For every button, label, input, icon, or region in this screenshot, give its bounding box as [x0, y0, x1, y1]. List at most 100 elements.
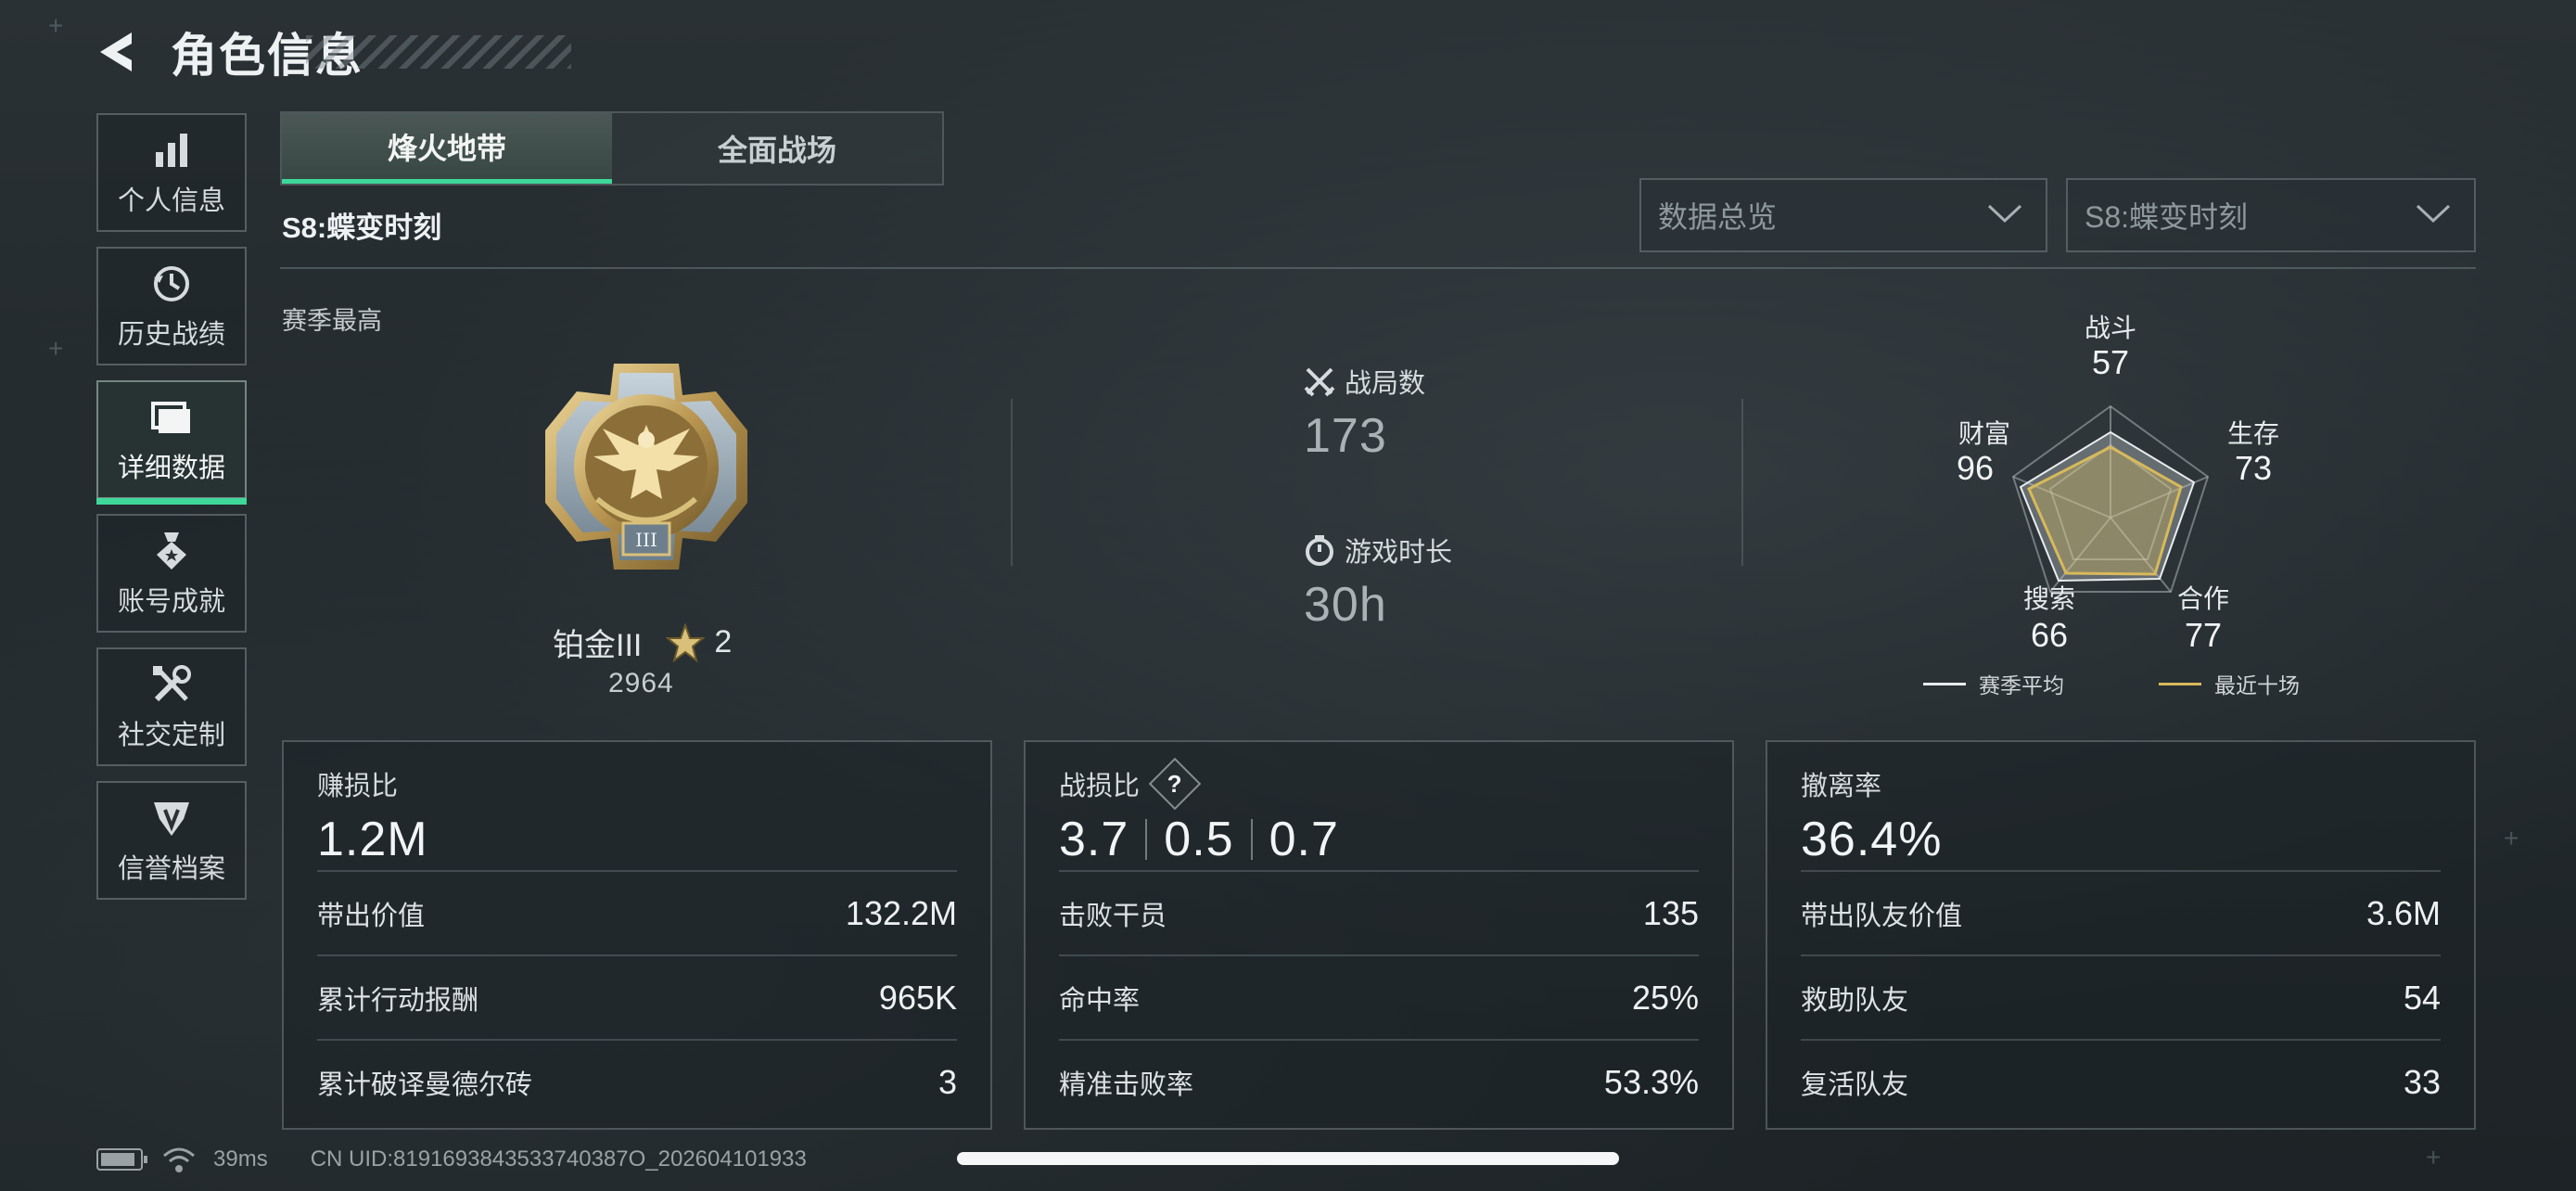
sidebar-item-label: 详细数据: [117, 454, 225, 483]
sidebar-item-detailed-data[interactable]: 详细数据: [96, 380, 247, 505]
chevron-down-icon: [1987, 204, 2022, 224]
rank-stars: 2: [714, 624, 733, 660]
crosshair-mark: +: [2426, 1143, 2442, 1172]
row-value: 965K: [878, 978, 957, 1017]
legend-swatch: [1923, 682, 1966, 685]
sidebar-item-achievements[interactable]: 账号成就: [96, 514, 247, 633]
tab-hazard-zone[interactable]: 烽火地带: [282, 113, 612, 184]
table-row: 累计行动报酬 965K: [317, 954, 957, 1039]
kd-value-third: 0.7: [1269, 813, 1339, 866]
star-icon: [666, 622, 706, 662]
dropdown-value: 数据总览: [1658, 200, 1778, 234]
radar-axis-label: 战斗: [2084, 314, 2136, 342]
table-row: 累计破译曼德尔砖 3: [317, 1039, 957, 1123]
matches-stat: 战局数 173: [1304, 362, 1425, 464]
mode-tabs: 烽火地带 全面战场: [280, 111, 944, 186]
season-title: S8:蝶变时刻: [282, 211, 442, 244]
data-view-dropdown[interactable]: 数据总览: [1639, 178, 2047, 252]
radar-axis-value: 66: [2030, 616, 2069, 654]
radar-axis-value: 77: [2184, 616, 2223, 654]
row-value: 33: [2403, 1062, 2441, 1101]
row-label: 带出价值: [317, 901, 426, 931]
card-title: 赚损比: [317, 772, 399, 801]
card-main-values: 3.7 0.5 0.7: [1059, 809, 1699, 870]
rank-tier: 铂金III: [553, 628, 643, 663]
divider: [1741, 399, 1743, 566]
season-dropdown[interactable]: S8:蝶变时刻: [2066, 178, 2476, 252]
stat-value: 30h: [1304, 578, 1387, 632]
help-icon[interactable]: ?: [1148, 757, 1202, 811]
row-value: 25%: [1631, 978, 1699, 1017]
row-label: 击败干员: [1059, 901, 1167, 931]
radar-chart: 战斗 57 生存 73 合作 77 搜索 66 财富 96: [1910, 297, 2318, 677]
radar-axis-label: 财富: [1958, 419, 2010, 448]
crosshair-mark: +: [48, 334, 64, 363]
value-separator: [1250, 819, 1253, 860]
profit-ratio-card: 赚损比 1.2M 带出价值 132.2M 累计行动报酬 965K 累计破译曼德尔砖 3: [282, 740, 992, 1130]
radar-axis-value: 73: [2234, 449, 2273, 487]
home-indicator[interactable]: [957, 1152, 1619, 1165]
radar-axis-label: 搜索: [2022, 584, 2075, 613]
user-uid: CN UID:8191693843533740387O_202604101933: [310, 1146, 807, 1172]
status-footer: 39ms CN UID:8191693843533740387O_2026041…: [96, 1139, 807, 1180]
card-main-value: 1.2M: [317, 813, 428, 866]
chevron-down-icon: [2416, 204, 2451, 224]
crossed-swords-icon: [1304, 367, 1335, 397]
row-label: 带出队友价值: [1801, 901, 1963, 931]
playtime-stat: 游戏时长 30h: [1304, 531, 1452, 633]
row-label: 救助队友: [1801, 985, 1909, 1016]
table-row: 复活队友 33: [1801, 1039, 2441, 1123]
table-row: 带出价值 132.2M: [317, 870, 957, 954]
credit-shield-icon: [148, 795, 195, 841]
row-label: 累计破译曼德尔砖: [317, 1069, 533, 1100]
kd-value-total: 3.7: [1059, 813, 1129, 866]
sidebar-item-label: 社交定制: [117, 721, 225, 750]
stopwatch-icon: [1306, 535, 1333, 566]
sidebar-item-social[interactable]: 社交定制: [96, 647, 247, 766]
sidebar-item-history[interactable]: 历史战绩: [96, 247, 247, 365]
battery-icon: [96, 1148, 147, 1171]
legend-recent-ten: 最近十场: [2159, 668, 2300, 699]
card-title: 战损比 ?: [1059, 757, 1699, 811]
table-row: 救助队友 54: [1801, 954, 2441, 1039]
table-row: 击败干员 135: [1059, 870, 1699, 954]
sidebar-item-credit[interactable]: 信誉档案: [96, 781, 247, 900]
row-label: 累计行动报酬: [317, 985, 479, 1016]
rank-info: 铂金III 2: [553, 620, 732, 665]
radar-axis-label: 合作: [2176, 584, 2229, 613]
back-arrow-icon[interactable]: [93, 26, 139, 78]
radar-axis-label: 生存: [2226, 419, 2279, 448]
sidebar: 个人信息 历史战绩 详细数据 账号成就 社交定制 信誉档案: [96, 113, 247, 915]
table-row: 精准击败率 53.3%: [1059, 1039, 1699, 1123]
stat-label: 游戏时长: [1345, 538, 1453, 568]
rank-score: 2964: [608, 668, 674, 698]
kd-ratio-card: 战损比 ? 3.7 0.5 0.7 击败干员 135 命中率 25% 精准击败率 53…: [1024, 740, 1734, 1130]
dropdown-value: S8:蝶变时刻: [2085, 200, 2249, 234]
crosshair-mark: +: [48, 11, 64, 40]
row-value: 54: [2403, 978, 2441, 1017]
legend-label: 赛季平均: [1979, 673, 2064, 698]
row-label: 复活队友: [1801, 1069, 1909, 1100]
card-title-text: 战损比: [1059, 772, 1141, 801]
sidebar-item-personal-info[interactable]: 个人信息: [96, 113, 247, 232]
row-value: 53.3%: [1603, 1062, 1699, 1101]
kd-value-second: 0.5: [1164, 813, 1234, 866]
extraction-rate-card: 撤离率 36.4% 带出队友价值 3.6M 救助队友 54 复活队友 33: [1766, 740, 2476, 1130]
tab-full-battlefield[interactable]: 全面战场: [612, 113, 942, 184]
season-best-label: 赛季最高: [282, 307, 382, 335]
bar-chart-icon: [148, 127, 195, 173]
radar-axis-value: 57: [2091, 343, 2130, 381]
radar-axis-value: 96: [1956, 449, 1995, 487]
achievement-medal-icon: [148, 528, 195, 574]
divider: [1011, 399, 1013, 566]
card-title: 撤离率: [1801, 772, 1882, 801]
ping-readout: 39ms: [213, 1146, 268, 1172]
legend-label: 最近十场: [2214, 673, 2300, 698]
tools-icon: [148, 661, 195, 708]
title-decoration: [306, 35, 571, 69]
legend-swatch: [2159, 682, 2201, 685]
wifi-icon: [163, 1147, 195, 1172]
divider: [280, 267, 2476, 269]
value-separator: [1145, 819, 1148, 860]
stat-label: 战局数: [1345, 369, 1426, 399]
